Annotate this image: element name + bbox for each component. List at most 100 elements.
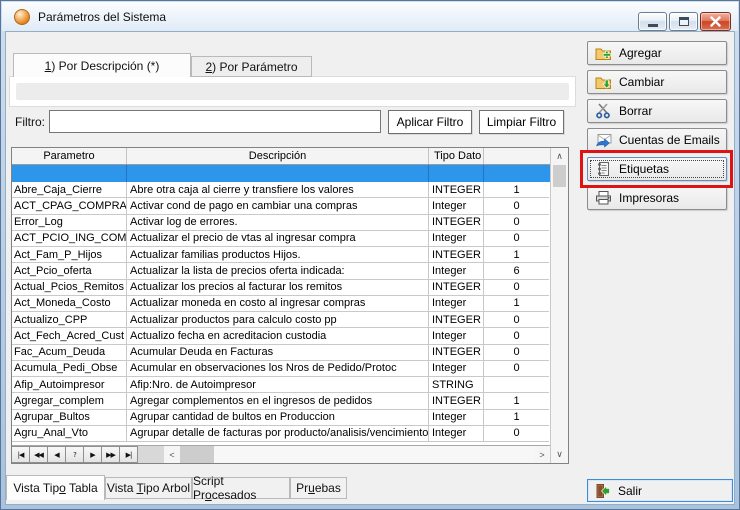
cell-tipo-dato[interactable]: Integer <box>429 231 484 247</box>
cell-valor[interactable]: 0 <box>484 312 549 328</box>
nav-button[interactable]: ▶ <box>84 446 102 463</box>
horizontal-scroll-track[interactable] <box>214 446 534 463</box>
nav-button[interactable]: |◀ <box>12 446 30 463</box>
cell-descripcion[interactable]: Actualizar el precio de vtas al ingresar… <box>127 231 429 247</box>
cell-tipo-dato[interactable]: INTEGER <box>429 393 484 409</box>
cell-descripcion[interactable]: Actualizo fecha en acreditacion custodia <box>127 328 429 344</box>
maximize-button[interactable] <box>669 12 698 31</box>
cell-descripcion[interactable]: Activar log de errores. <box>127 215 429 231</box>
cell-parametro[interactable]: Actual_Pcios_Remitos <box>12 280 127 296</box>
cell-parametro[interactable]: Act_Fam_P_Hijos <box>12 247 127 263</box>
selected-row[interactable] <box>12 165 550 182</box>
table-row[interactable]: Act_Fam_P_Hijos Actualizar familias prod… <box>12 247 550 263</box>
column-header-valor[interactable] <box>484 148 549 164</box>
column-header-descripcion[interactable]: Descripción <box>127 148 429 164</box>
cell-tipo-dato[interactable]: Integer <box>429 296 484 312</box>
table-row[interactable]: Act_Moneda_Costo Actualizar moneda en co… <box>12 296 550 312</box>
column-header-parametro[interactable]: Parametro <box>12 148 127 164</box>
cell-valor[interactable]: 0 <box>484 328 549 344</box>
cell-tipo-dato[interactable]: INTEGER <box>429 280 484 296</box>
cell-valor[interactable]: 0 <box>484 345 549 361</box>
cell-descripcion[interactable]: Agregar complementos en el ingresos de p… <box>127 393 429 409</box>
table-row[interactable]: Act_Pcio_oferta Actualizar la lista de p… <box>12 263 550 279</box>
nav-button[interactable]: ▶▶ <box>102 446 120 463</box>
agregar-button[interactable]: Agregar <box>587 41 727 65</box>
table-row[interactable]: Act_Fech_Acred_Cust Actualizo fecha en a… <box>12 328 550 344</box>
cell-parametro[interactable]: Actualizo_CPP <box>12 312 127 328</box>
cell-tipo-dato[interactable]: INTEGER <box>429 247 484 263</box>
cell-tipo-dato[interactable]: INTEGER <box>429 345 484 361</box>
tab-script-procesados[interactable]: Script Procesados <box>192 477 290 499</box>
minimize-button[interactable] <box>638 12 667 31</box>
tab-por-descripcion[interactable]: 1) Por Descripción (*) <box>13 53 191 77</box>
cambiar-button[interactable]: Cambiar <box>587 70 727 94</box>
table-row[interactable]: ACT_PCIO_ING_COM Actualizar el precio de… <box>12 231 550 247</box>
impresoras-button[interactable]: Impresoras <box>587 186 727 210</box>
clear-filter-button[interactable]: Limpiar Filtro <box>479 110 564 134</box>
tab-vista-tipo-arbol[interactable]: Vista Tipo Arbol <box>105 477 192 499</box>
tab-pruebas[interactable]: Pruebas <box>290 477 347 499</box>
etiquetas-button[interactable]: Etiquetas <box>587 157 727 181</box>
vertical-scroll-thumb[interactable] <box>553 165 566 187</box>
table-row[interactable]: ACT_CPAG_COMPRA Activar cond de pago en … <box>12 198 550 214</box>
cell-descripcion[interactable]: Agrupar cantidad de bultos en Produccion <box>127 410 429 426</box>
table-row[interactable]: Agru_Anal_Vto Agrupar detalle de factura… <box>12 426 550 442</box>
tab-vista-tipo-tabla[interactable]: Vista Tipo Tabla <box>6 475 105 500</box>
cell-parametro[interactable]: Act_Fech_Acred_Cust <box>12 328 127 344</box>
table-row[interactable]: Afip_Autoimpresor Afip:Nro. de Autoimpre… <box>12 377 550 393</box>
table-row[interactable]: Fac_Acum_Deuda Acumular Deuda en Factura… <box>12 345 550 361</box>
cell-descripcion[interactable]: Actualizar la lista de precios oferta in… <box>127 263 429 279</box>
titlebar[interactable]: Parámetros del Sistema <box>2 2 738 31</box>
cell-tipo-dato[interactable]: Integer <box>429 328 484 344</box>
cell-descripcion[interactable]: Afip:Nro. de Autoimpresor <box>127 377 429 393</box>
close-button[interactable] <box>700 12 731 31</box>
cell-parametro[interactable]: Agrupar_Bultos <box>12 410 127 426</box>
cell-tipo-dato[interactable]: INTEGER <box>429 215 484 231</box>
nav-button[interactable]: ? <box>66 446 84 463</box>
cell-parametro[interactable]: Afip_Autoimpresor <box>12 377 127 393</box>
tab-por-parametro[interactable]: 2) Por Parámetro <box>191 56 312 77</box>
cell-valor[interactable]: 0 <box>484 280 549 296</box>
cell-parametro[interactable]: Agru_Anal_Vto <box>12 426 127 442</box>
cell-tipo-dato[interactable]: Integer <box>429 361 484 377</box>
cell-descripcion[interactable]: Actualizar los precios al facturar los r… <box>127 280 429 296</box>
cell-parametro[interactable]: Fac_Acum_Deuda <box>12 345 127 361</box>
cell-valor[interactable] <box>484 377 549 393</box>
cell-descripcion[interactable]: Acumular en observaciones los Nros de Pe… <box>127 361 429 377</box>
filter-input[interactable] <box>49 110 381 133</box>
cell-tipo-dato[interactable]: Integer <box>429 263 484 279</box>
cell-parametro[interactable]: Agregar_complem <box>12 393 127 409</box>
cell-descripcion[interactable]: Abre otra caja al cierre y transfiere lo… <box>127 182 429 198</box>
cell-valor[interactable]: 1 <box>484 410 549 426</box>
cell-tipo-dato[interactable]: Integer <box>429 198 484 214</box>
apply-filter-button[interactable]: Aplicar Filtro <box>388 110 472 134</box>
cell-descripcion[interactable]: Acumular Deuda en Facturas <box>127 345 429 361</box>
borrar-button[interactable]: Borrar <box>587 99 727 123</box>
cell-tipo-dato[interactable]: STRING <box>429 377 484 393</box>
scroll-up-icon[interactable]: ∧ <box>551 148 568 164</box>
vertical-scrollbar[interactable]: ∧ <box>550 148 568 445</box>
scroll-right-icon[interactable]: > <box>534 446 550 463</box>
cell-valor[interactable]: 1 <box>484 393 549 409</box>
cell-valor[interactable]: 1 <box>484 247 549 263</box>
cell-valor[interactable]: 0 <box>484 426 549 442</box>
cell-tipo-dato[interactable]: INTEGER <box>429 312 484 328</box>
scroll-left-icon[interactable]: < <box>164 446 180 463</box>
nav-button[interactable]: ▶| <box>120 446 138 463</box>
cell-descripcion[interactable]: Agrupar detalle de facturas por producto… <box>127 426 429 442</box>
table-row[interactable]: Agregar_complem Agregar complementos en … <box>12 393 550 409</box>
cell-parametro[interactable]: Act_Moneda_Costo <box>12 296 127 312</box>
cell-parametro[interactable]: Abre_Caja_Cierre <box>12 182 127 198</box>
table-row[interactable]: Acumula_Pedi_Obse Acumular en observacio… <box>12 361 550 377</box>
cell-valor[interactable]: 1 <box>484 296 549 312</box>
scroll-down-icon[interactable]: ∨ <box>550 445 568 463</box>
cell-valor[interactable]: 0 <box>484 198 549 214</box>
nav-button[interactable]: ◀ <box>48 446 66 463</box>
salir-button[interactable]: Salir <box>587 479 733 502</box>
horizontal-scroll-thumb[interactable] <box>180 446 214 463</box>
cell-parametro[interactable]: ACT_PCIO_ING_COM <box>12 231 127 247</box>
cell-descripcion[interactable]: Actualizar moneda en costo al ingresar c… <box>127 296 429 312</box>
column-header-tipo-dato[interactable]: Tipo Dato <box>429 148 484 164</box>
cell-parametro[interactable]: Acumula_Pedi_Obse <box>12 361 127 377</box>
cell-valor[interactable]: 0 <box>484 231 549 247</box>
